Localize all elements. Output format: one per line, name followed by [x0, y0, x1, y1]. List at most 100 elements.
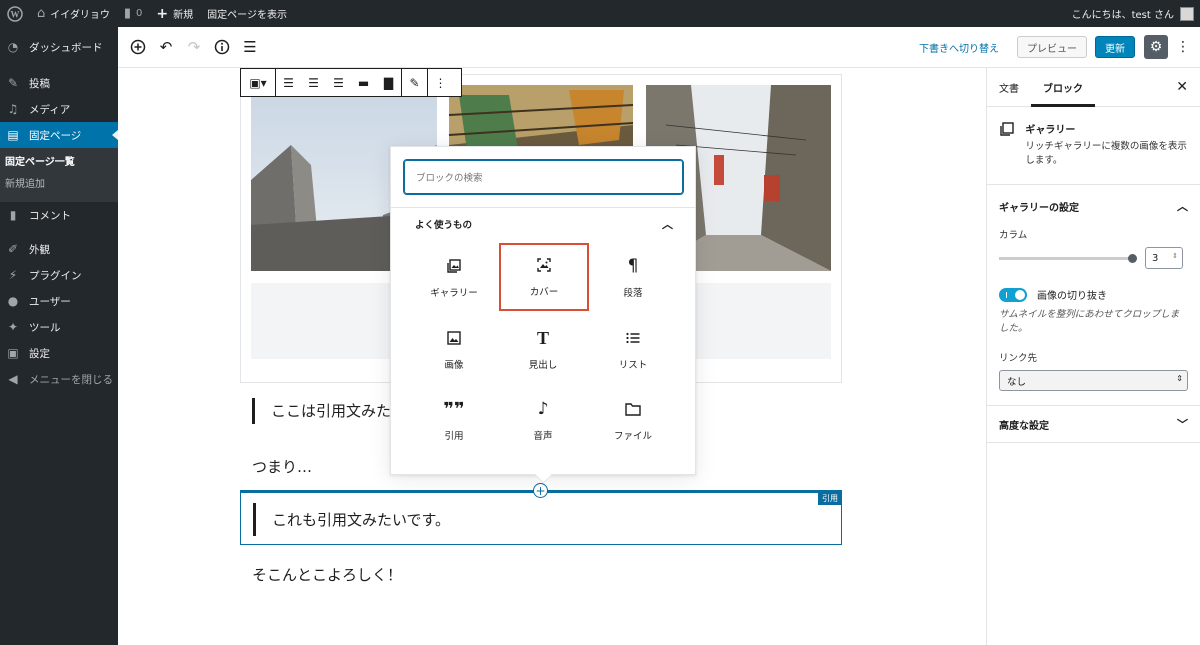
block-switcher-button[interactable]: ▣▾: [241, 69, 275, 96]
menu-label: ダッシュボード: [29, 41, 103, 54]
add-block-button[interactable]: [124, 33, 152, 61]
gallery-icon: ▣▾: [249, 75, 267, 90]
new-content-link[interactable]: + 新規: [149, 0, 200, 27]
menu-item-users[interactable]: ● ユーザー: [0, 288, 118, 314]
crop-label: 画像の切り抜き: [1037, 291, 1107, 302]
menu-item-dashboard[interactable]: ◔ ダッシュボード: [0, 34, 118, 60]
home-icon: ⌂: [37, 6, 46, 21]
undo-button[interactable]: ↶: [152, 33, 180, 61]
menu-item-tools[interactable]: ✦ ツール: [0, 314, 118, 340]
collapse-menu-button[interactable]: ◀ メニューを閉じる: [0, 366, 118, 392]
menu-label: 設定: [29, 347, 50, 360]
block-option-paragraph[interactable]: ¶ 段落: [589, 245, 677, 311]
block-navigation-button[interactable]: ☰: [236, 33, 264, 61]
collapse-arrow-icon: ◀: [8, 372, 18, 386]
block-more-options-button[interactable]: ⋮: [428, 69, 453, 96]
crop-images-toggle[interactable]: [999, 287, 1027, 302]
comments-link[interactable]: ▮ 0: [117, 0, 150, 27]
menu-item-appearance[interactable]: ✐ 外観: [0, 236, 118, 262]
submenu-item-all-pages[interactable]: 固定ページ一覧: [0, 152, 118, 174]
block-option-image[interactable]: 画像: [410, 317, 498, 383]
align-full-button[interactable]: ▇: [376, 69, 401, 96]
advanced-panel: 高度な設定 ﹀: [987, 406, 1200, 443]
wrench-icon: ✦: [7, 320, 19, 334]
block-option-file[interactable]: ファイル: [589, 388, 677, 454]
paragraph-block-1[interactable]: つまり…: [252, 456, 312, 477]
menu-item-plugins[interactable]: ⚡ プラグイン: [0, 262, 118, 288]
advanced-toggle[interactable]: 高度な設定 ﹀: [987, 406, 1200, 442]
preview-button[interactable]: プレビュー: [1017, 36, 1087, 58]
search-placeholder: ブロックの検索: [416, 173, 483, 184]
align-center-icon: ☰: [308, 75, 319, 90]
tab-block[interactable]: ブロック: [1031, 68, 1095, 107]
plugin-icon: ⚡: [8, 268, 18, 282]
block-option-cover[interactable]: カバー: [499, 243, 589, 311]
paragraph-text: つまり…: [252, 458, 313, 476]
close-sidebar-button[interactable]: ✕: [1176, 79, 1188, 95]
chevron-down-icon: ﹀: [1177, 418, 1188, 431]
align-center-button[interactable]: ☰: [301, 69, 326, 96]
block-option-list[interactable]: リスト: [589, 317, 677, 383]
image-icon: [446, 329, 462, 347]
align-wide-button[interactable]: ▬: [351, 69, 376, 96]
site-name: イイダリョウ: [50, 10, 110, 21]
quote-block-selected[interactable]: これも引用文みたいです。 引用: [240, 492, 842, 545]
switch-to-draft-button[interactable]: 下書きへ切り替え: [919, 40, 999, 55]
block-option-quote[interactable]: ❞❞ 引用: [410, 388, 498, 454]
spinner-icon: ⇕: [1172, 252, 1178, 260]
update-button[interactable]: 更新: [1095, 36, 1135, 58]
pages-submenu: 固定ページ一覧 新規追加: [0, 148, 118, 202]
columns-number-input[interactable]: 3 ⇕: [1145, 247, 1183, 269]
new-label: 新規: [173, 10, 194, 21]
align-right-button[interactable]: ☰: [326, 69, 351, 96]
site-name-link[interactable]: ⌂ イイダリョウ: [30, 0, 117, 27]
heading-icon: T: [536, 327, 549, 348]
redo-button[interactable]: ↷: [180, 33, 208, 61]
quote-content[interactable]: これも引用文みたいです。: [253, 503, 450, 536]
block-search-input[interactable]: ブロックの検索: [403, 159, 684, 195]
panel-title: ギャラリーの設定: [999, 202, 1079, 214]
crop-help-text: サムネイルを整列にあわせてクロップしました。: [999, 309, 1180, 334]
account-menu[interactable]: こんにちは、test さん: [1072, 6, 1200, 21]
toggle-knob: [1015, 289, 1025, 300]
common-blocks-toggle[interactable]: よく使うもの ︿: [415, 211, 673, 237]
block-card-description: リッチギャラリーに複数の画像を表示します。: [1025, 141, 1187, 166]
align-left-icon: ☰: [283, 75, 294, 90]
gallery-settings-toggle[interactable]: ギャラリーの設定 ︿: [987, 185, 1200, 227]
wordpress-logo-button[interactable]: W: [0, 0, 30, 27]
menu-label: ツール: [29, 321, 61, 334]
menu-item-comments[interactable]: ▮ コメント: [0, 202, 118, 228]
undo-icon: ↶: [159, 38, 173, 56]
comment-icon: ▮: [123, 6, 132, 21]
columns-range-slider[interactable]: [999, 253, 1137, 263]
quote-text: これも引用文みたいです。: [272, 511, 451, 529]
block-type-badge: 引用: [818, 492, 842, 505]
menu-item-media[interactable]: ♫ メディア: [0, 96, 118, 122]
block-option-heading[interactable]: T 見出し: [499, 317, 587, 383]
view-page-link[interactable]: 固定ページを表示: [200, 0, 294, 27]
info-button[interactable]: [208, 33, 236, 61]
link-to-select[interactable]: なし ⇕: [999, 370, 1188, 391]
menu-item-pages[interactable]: ▤ 固定ページ: [0, 122, 118, 148]
comments-count: 0: [136, 8, 143, 19]
inbetween-inserter-button[interactable]: +: [533, 483, 548, 498]
align-left-button[interactable]: ☰: [276, 69, 301, 96]
view-page-label: 固定ページを表示: [207, 10, 287, 21]
block-label: 引用: [444, 431, 464, 442]
tab-document[interactable]: 文書: [987, 68, 1031, 107]
quote-block-1[interactable]: ここは引用文みた: [252, 398, 391, 424]
menu-label: コメント: [29, 209, 71, 222]
settings-icon: ▣: [7, 346, 19, 360]
settings-button[interactable]: ⚙: [1144, 35, 1168, 59]
pages-icon: ▤: [7, 128, 19, 142]
edit-gallery-button[interactable]: ✎: [402, 69, 427, 96]
more-options-button[interactable]: ⋮: [1174, 39, 1192, 55]
menu-item-settings[interactable]: ▣ 設定: [0, 340, 118, 366]
submenu-item-add-new[interactable]: 新規追加: [0, 174, 118, 196]
block-option-audio[interactable]: ♪ 音声: [499, 388, 587, 454]
menu-item-posts[interactable]: ✎ 投稿: [0, 70, 118, 96]
block-option-gallery[interactable]: ギャラリー: [410, 245, 498, 311]
paragraph-block-2[interactable]: そこんとこよろしく！: [252, 564, 402, 585]
cover-icon: [536, 256, 552, 274]
range-thumb[interactable]: [1128, 253, 1137, 263]
